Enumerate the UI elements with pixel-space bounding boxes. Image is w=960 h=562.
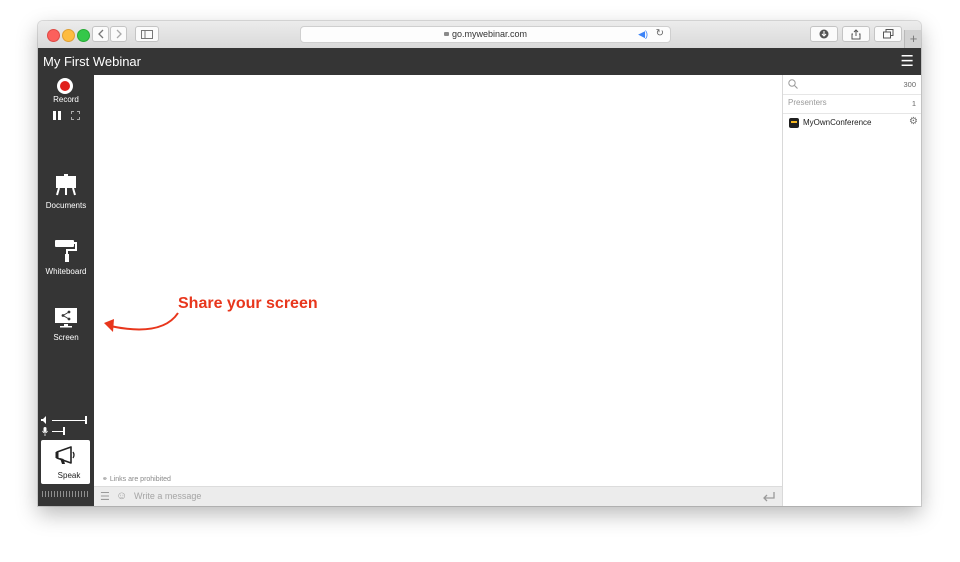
forward-button[interactable] [110,26,127,42]
share-icon [851,28,861,39]
lock-icon [443,32,449,36]
emoji-icon[interactable]: ☺ [116,490,127,502]
close-window-button[interactable] [47,29,60,42]
speaker-volume-slider[interactable] [52,420,86,421]
presenters-label: Presenters [788,98,827,107]
share-button[interactable] [842,26,870,42]
download-icon [819,29,829,39]
speaker-icon[interactable]: ◀) [638,29,648,40]
record-icon [57,78,73,94]
downloads-button[interactable] [810,26,838,42]
left-toolbar: Record Documents Whiteboard Screen Speak [38,75,94,506]
pause-icon[interactable] [53,111,61,120]
zoom-window-button[interactable] [77,29,90,42]
speaker-volume-icon [41,416,46,424]
chevron-right-icon [116,29,122,39]
participants-panel: 300 Presenters 1 MyOwnConference ⚙ [782,75,921,506]
browser-toolbar: go.mywebinar.com ◀) ↻ + [38,21,921,49]
myownconference-logo-icon [789,118,799,128]
links-notice: ⚭ Links are prohibited [102,475,171,483]
megaphone-icon [55,446,75,464]
tabs-icon [882,29,893,39]
microphone-icon [42,427,48,436]
presenters-count: 1 [911,99,916,108]
participant-item[interactable]: MyOwnConference ⚙ [783,115,921,133]
reload-icon[interactable]: ↻ [656,28,664,39]
microphone-volume-handle[interactable] [63,427,65,435]
participants-search-row[interactable]: 300 [783,75,921,95]
minimize-window-button[interactable] [62,29,75,42]
new-tab-button[interactable]: + [904,30,921,48]
participant-name: MyOwnConference [803,118,872,127]
webinar-title: My First Webinar [43,54,141,69]
links-notice-text: Links are prohibited [109,476,171,483]
share-screen-annotation: Share your screen [178,295,318,312]
documents-label: Documents [45,201,87,210]
presenters-row: Presenters 1 [783,94,921,114]
presentation-board-icon [56,174,76,196]
chevron-left-icon [97,29,103,39]
browser-window: go.mywebinar.com ◀) ↻ + My First Webinar… [38,21,921,506]
sidebar-toggle-button[interactable] [135,26,159,42]
chat-input-bar: ☰ ☺ Write a message [94,486,782,506]
screen-label: Screen [53,333,79,342]
back-button[interactable] [92,26,109,42]
hamburger-menu-icon[interactable]: ☰ [901,52,914,70]
speak-label: Speak [57,471,81,480]
sidebar-icon [141,29,153,39]
paint-roller-icon [55,240,77,262]
link-icon: ⚭ [102,476,108,483]
send-enter-icon[interactable] [762,491,776,502]
record-label: Record [53,95,79,104]
whiteboard-label: Whiteboard [45,267,87,276]
annotation-arrow-icon [104,312,179,332]
audio-level-meter [42,491,90,497]
screen-share-icon [55,308,77,328]
app-header: My First Webinar ☰ [38,48,921,75]
search-icon [788,79,798,89]
tabs-overview-button[interactable] [874,26,902,42]
speak-button[interactable]: Speak [41,440,90,484]
presentation-stage: Share your screen ⚭ Links are prohibited… [94,75,782,506]
chat-menu-icon[interactable]: ☰ [100,490,110,503]
url-text: go.mywebinar.com [451,29,528,39]
chat-message-input[interactable]: Write a message [134,491,201,501]
participants-count: 300 [903,80,916,89]
gear-icon[interactable]: ⚙ [909,116,918,127]
address-bar[interactable]: go.mywebinar.com ◀) ↻ [300,26,671,43]
fullscreen-icon[interactable] [71,111,80,120]
speaker-volume-handle[interactable] [85,416,87,424]
